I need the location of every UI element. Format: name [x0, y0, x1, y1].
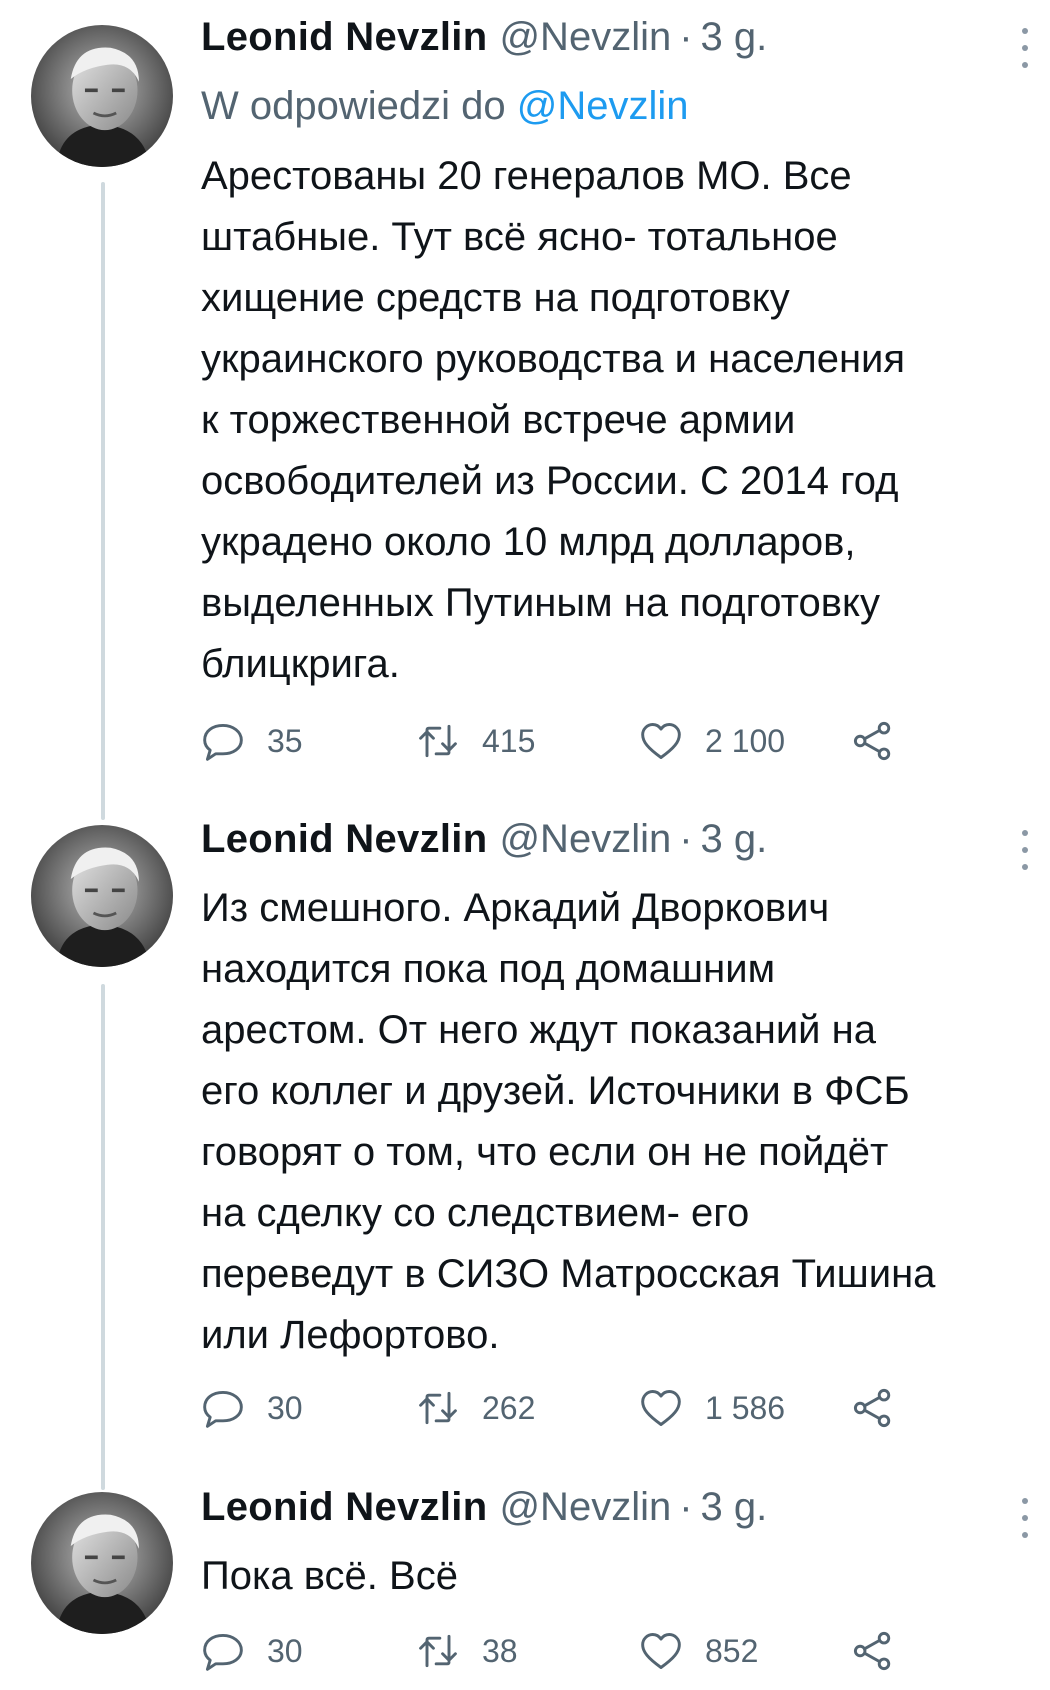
reply-count: 35 [267, 722, 303, 759]
reply-to: W odpowiedzi do @Nevzlin [201, 84, 689, 129]
avatar[interactable] [31, 25, 173, 167]
share-icon [853, 1388, 891, 1428]
reply-button[interactable]: 30 [201, 1626, 303, 1676]
tweet-header: Leonid Nevzlin @Nevzlin · 3 g. [201, 817, 767, 867]
retweet-icon [419, 1634, 457, 1668]
share-button[interactable] [851, 1626, 917, 1676]
reply-count: 30 [267, 1632, 303, 1669]
separator: · [679, 1485, 693, 1529]
tweet-header: Leonid Nevzlin @Nevzlin · 3 g. [201, 15, 767, 65]
tweet-text: Пока всё. Всё [201, 1554, 458, 1598]
timestamp[interactable]: 3 g. [701, 15, 768, 60]
separator: · [679, 817, 693, 861]
retweet-button[interactable]: 38 [416, 1626, 518, 1676]
tweet-text: Из смешного. Аркадий Дворкович находится… [201, 886, 936, 1357]
separator: · [679, 15, 693, 59]
reply-button[interactable]: 35 [201, 716, 303, 766]
like-count: 2 100 [705, 722, 786, 759]
retweet-button[interactable]: 415 [416, 716, 535, 766]
retweet-icon [419, 724, 457, 758]
tweet-header: Leonid Nevzlin @Nevzlin · 3 g. [201, 1485, 767, 1535]
reply-count: 30 [267, 1389, 303, 1426]
retweet-count: 415 [482, 722, 536, 759]
retweet-count: 38 [482, 1632, 518, 1669]
timestamp[interactable]: 3 g. [701, 817, 768, 862]
share-icon [853, 1631, 891, 1671]
author-name[interactable]: Leonid Nevzlin [201, 1485, 487, 1530]
avatar[interactable] [31, 825, 173, 967]
share-icon [853, 721, 891, 761]
avatar-photo [31, 25, 173, 167]
reply-mention[interactable]: @Nevzlin [517, 84, 689, 128]
tweet-actions: 35 415 2 100 [201, 716, 921, 766]
like-count: 852 [705, 1632, 759, 1669]
reply-button[interactable]: 30 [201, 1383, 303, 1433]
tweet-text: Арестованы 20 генералов МО. Все штабные.… [201, 154, 906, 686]
like-icon [641, 1633, 681, 1669]
like-button[interactable]: 2 100 [639, 716, 785, 766]
like-count: 1 586 [705, 1389, 786, 1426]
retweet-button[interactable]: 262 [416, 1383, 535, 1433]
like-button[interactable]: 1 586 [639, 1383, 785, 1433]
timestamp[interactable]: 3 g. [701, 1485, 768, 1530]
like-icon [641, 723, 681, 759]
avatar-photo [31, 1492, 173, 1634]
share-button[interactable] [851, 1383, 917, 1433]
thread-line [101, 182, 105, 820]
tweet-actions: 30 38 852 [201, 1626, 921, 1676]
more-icon[interactable] [1010, 830, 1040, 870]
reply-prefix: W odpowiedzi do [201, 84, 506, 128]
author-handle[interactable]: @Nevzlin [499, 15, 671, 60]
like-icon [641, 1390, 681, 1426]
more-icon[interactable] [1010, 28, 1040, 68]
author-name[interactable]: Leonid Nevzlin [201, 817, 487, 862]
thread-line [101, 984, 105, 1490]
author-name[interactable]: Leonid Nevzlin [201, 15, 487, 60]
share-button[interactable] [851, 716, 917, 766]
retweet-count: 262 [482, 1389, 536, 1426]
avatar-photo [31, 825, 173, 967]
reply-icon [203, 1633, 243, 1671]
reply-icon [203, 1390, 243, 1428]
more-icon[interactable] [1010, 1498, 1040, 1538]
author-handle[interactable]: @Nevzlin [499, 1485, 671, 1530]
author-handle[interactable]: @Nevzlin [499, 817, 671, 862]
retweet-icon [419, 1391, 457, 1425]
reply-icon [203, 723, 243, 761]
avatar[interactable] [31, 1492, 173, 1634]
tweet-actions: 30 262 1 586 [201, 1383, 921, 1433]
like-button[interactable]: 852 [639, 1626, 758, 1676]
